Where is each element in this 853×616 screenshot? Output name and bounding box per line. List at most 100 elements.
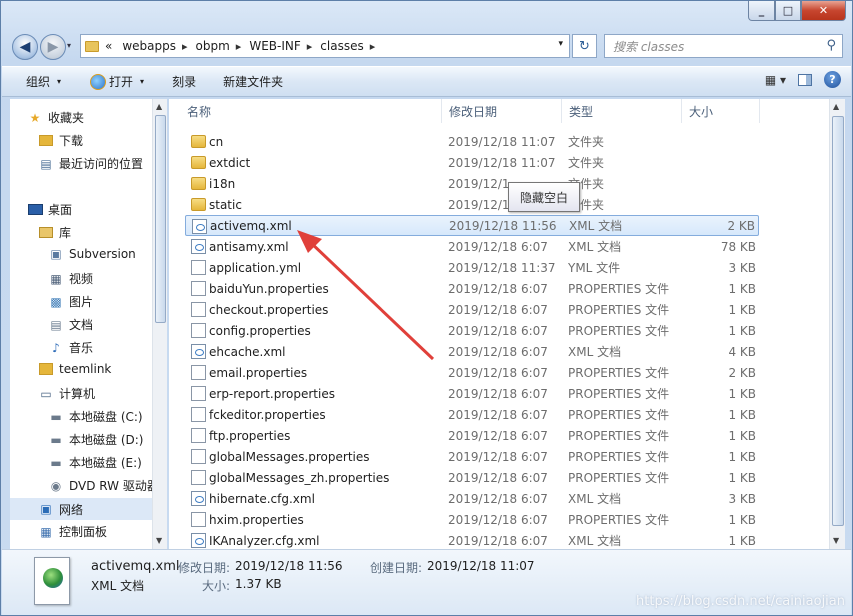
organize-label: 组织 xyxy=(26,75,51,89)
sidebar-item-desktop[interactable]: 桌面 xyxy=(27,201,72,218)
address-history-dropdown[interactable]: ▾ xyxy=(558,39,563,49)
file-size: 3 KB xyxy=(728,260,756,275)
sidebar-item-computer[interactable]: ▭ 计算机 xyxy=(38,385,95,402)
file-row[interactable]: email.properties 2019/12/18 6:07 PROPERTIE… xyxy=(185,362,759,383)
recent-pages-dropdown[interactable]: ▾ xyxy=(67,41,71,50)
file-row[interactable]: ftp.properties 2019/12/18 6:07 PROPERTIES … xyxy=(185,425,759,446)
sidebar-item-label: 本地磁盘 (D:) xyxy=(69,433,144,447)
file-size: 1 KB xyxy=(728,386,756,401)
breadcrumb-obpm[interactable]: obpm xyxy=(196,39,230,53)
breadcrumb-webapps[interactable]: webapps xyxy=(122,39,176,53)
star-icon: ★ xyxy=(29,110,41,125)
file-date: 2019/12/18 6:07 xyxy=(448,239,548,254)
search-input[interactable]: 搜索 classes ⚲ xyxy=(604,34,843,58)
file-icon xyxy=(191,449,206,464)
address-bar[interactable]: « webapps ▸ obpm ▸ WEB-INF ▸ classes ▸ ▾ xyxy=(80,34,570,58)
file-icon xyxy=(191,323,206,338)
sidebar-item-music[interactable]: ♪ 音乐 xyxy=(48,339,93,356)
sidebar-item-downloads[interactable]: 下载 xyxy=(38,132,83,149)
chevron-right-icon[interactable]: ▸ xyxy=(182,40,188,53)
file-row[interactable]: IKAnalyzer.cfg.xml 2019/12/18 6:07 XML 文档 1… xyxy=(185,530,759,549)
chevron-right-icon[interactable]: ▸ xyxy=(370,40,376,53)
file-size: 78 KB xyxy=(720,239,756,254)
breadcrumb-classes[interactable]: classes xyxy=(320,39,363,53)
sidebar-item-label: 网络 xyxy=(59,502,84,517)
maximize-button[interactable]: □ xyxy=(775,1,801,21)
file-row[interactable]: antisamy.xml 2019/12/18 6:07 XML 文档 78 KB xyxy=(185,236,759,257)
folder-row[interactable]: cn 2019/12/18 11:07 文件夹 xyxy=(185,131,759,152)
scroll-down-icon[interactable]: ▼ xyxy=(833,536,839,545)
sidebar-item-disk-e[interactable]: ▬ 本地磁盘 (E:) xyxy=(48,454,142,471)
file-list-scrollbar[interactable]: ▲ ▼ xyxy=(829,99,845,549)
sidebar-scroll-thumb[interactable] xyxy=(155,115,166,323)
sidebar-item-documents[interactable]: ▤ 文档 xyxy=(48,316,93,333)
sidebar-item-label: 本地磁盘 (E:) xyxy=(69,456,142,470)
scroll-down-icon[interactable]: ▼ xyxy=(156,536,162,545)
organize-menu[interactable]: 组织 ▾ xyxy=(2,67,73,96)
burn-button[interactable]: 刻录 xyxy=(156,67,208,96)
scroll-up-icon[interactable]: ▲ xyxy=(833,102,839,111)
breadcrumb-overflow[interactable]: « xyxy=(105,39,112,53)
new-folder-button[interactable]: 新建文件夹 xyxy=(208,67,295,96)
search-icon[interactable]: ⚲ xyxy=(826,38,836,53)
file-row[interactable]: erp-report.properties 2019/12/18 6:07 PROP… xyxy=(185,383,759,404)
column-header-type[interactable]: 类型 xyxy=(562,99,682,123)
sidebar-item-videos[interactable]: ▦ 视频 xyxy=(48,270,93,287)
file-row[interactable]: application.yml 2019/12/18 11:37 YML 文件 3 K… xyxy=(185,257,759,278)
column-header-date[interactable]: 修改日期 xyxy=(442,99,562,123)
scroll-up-icon[interactable]: ▲ xyxy=(156,102,162,111)
column-header-name[interactable]: 名称 xyxy=(169,99,442,123)
sidebar-item-dvd[interactable]: ◉ DVD RW 驱动器 xyxy=(48,477,159,494)
forward-button[interactable]: ▶ xyxy=(40,34,66,60)
sidebar-item-pictures[interactable]: ▩ 图片 xyxy=(48,293,93,310)
file-row[interactable]: globalMessages.properties 2019/12/18 6:07… xyxy=(185,446,759,467)
minimize-button[interactable]: _ xyxy=(748,1,775,21)
chevron-right-icon[interactable]: ▸ xyxy=(307,40,313,53)
open-menu[interactable]: 打开 ▾ xyxy=(73,67,156,96)
file-type: PROPERTIES 文件 xyxy=(568,303,670,317)
folder-row[interactable]: extdict 2019/12/18 11:07 文件夹 xyxy=(185,152,759,173)
folder-row[interactable]: i18n 2019/12/1 文件夹 xyxy=(185,173,759,194)
sidebar-item-label: 下载 xyxy=(59,134,84,148)
close-button[interactable]: ✕ xyxy=(801,1,846,21)
sidebar-item-subversion[interactable]: ▣ Subversion xyxy=(48,247,135,261)
help-icon[interactable]: ? xyxy=(824,71,841,88)
back-button[interactable]: ◀ xyxy=(12,34,38,60)
sidebar-scrollbar[interactable]: ▲ ▼ xyxy=(152,99,167,549)
sidebar-item-recent[interactable]: ▤ 最近访问的位置 xyxy=(38,155,143,172)
file-type: PROPERTIES 文件 xyxy=(568,282,670,296)
file-row[interactable]: fckeditor.properties 2019/12/18 6:07 PROPE… xyxy=(185,404,759,425)
new-folder-label: 新建文件夹 xyxy=(223,75,284,89)
file-row[interactable]: hxim.properties 2019/12/18 6:07 PROPERTIES… xyxy=(185,509,759,530)
file-row[interactable]: baiduYun.properties 2019/12/18 6:07 PROPER… xyxy=(185,278,759,299)
file-date: 2019/12/18 6:07 xyxy=(448,428,548,443)
chevron-right-icon[interactable]: ▸ xyxy=(236,40,242,53)
sidebar-item-label: 控制面板 xyxy=(59,525,108,539)
refresh-button[interactable]: ↻ xyxy=(572,34,597,58)
file-list-scroll-thumb[interactable] xyxy=(832,116,844,526)
sidebar-item-favorites[interactable]: ★ 收藏夹 xyxy=(27,109,84,126)
file-row[interactable]: ehcache.xml 2019/12/18 6:07 XML 文档 4 KB xyxy=(185,341,759,362)
sidebar-item-label: 文档 xyxy=(69,318,94,332)
column-header-size[interactable]: 大小 xyxy=(682,99,760,123)
file-size: 1 KB xyxy=(728,302,756,317)
breadcrumb-web-inf[interactable]: WEB-INF xyxy=(249,39,300,53)
sidebar-item-disk-c[interactable]: ▬ 本地磁盘 (C:) xyxy=(48,408,143,425)
view-options-icon[interactable]: ▦ ▾ xyxy=(765,73,786,87)
sidebar-item-network[interactable]: ▣ 网络 xyxy=(10,498,165,520)
file-type: PROPERTIES 文件 xyxy=(568,324,670,338)
preview-pane-icon[interactable] xyxy=(798,73,812,86)
sidebar-item-library[interactable]: 库 xyxy=(38,224,71,241)
sidebar-item-teemlink[interactable]: teemlink xyxy=(38,362,111,376)
file-row[interactable]: config.properties 2019/12/18 6:07 PROPERTI… xyxy=(185,320,759,341)
sidebar-item-disk-d[interactable]: ▬ 本地磁盘 (D:) xyxy=(48,431,143,448)
file-row[interactable]: globalMessages_zh.properties 2019/12/18 6… xyxy=(185,467,759,488)
sidebar-item-control-panel[interactable]: ▦ 控制面板 xyxy=(38,523,107,540)
file-icon xyxy=(191,407,206,422)
file-row[interactable]: activemq.xml 2019/12/18 11:56 XML 文档 2 KB xyxy=(185,215,759,236)
file-row[interactable]: checkout.properties 2019/12/18 6:07 PROPER… xyxy=(185,299,759,320)
details-size: 1.37 KB xyxy=(235,577,282,591)
sidebar-item-label: 本地磁盘 (C:) xyxy=(69,410,143,424)
folder-row[interactable]: static 2019/12/1 文件夹 xyxy=(185,194,759,215)
file-row[interactable]: hibernate.cfg.xml 2019/12/18 6:07 XML 文档 3 … xyxy=(185,488,759,509)
